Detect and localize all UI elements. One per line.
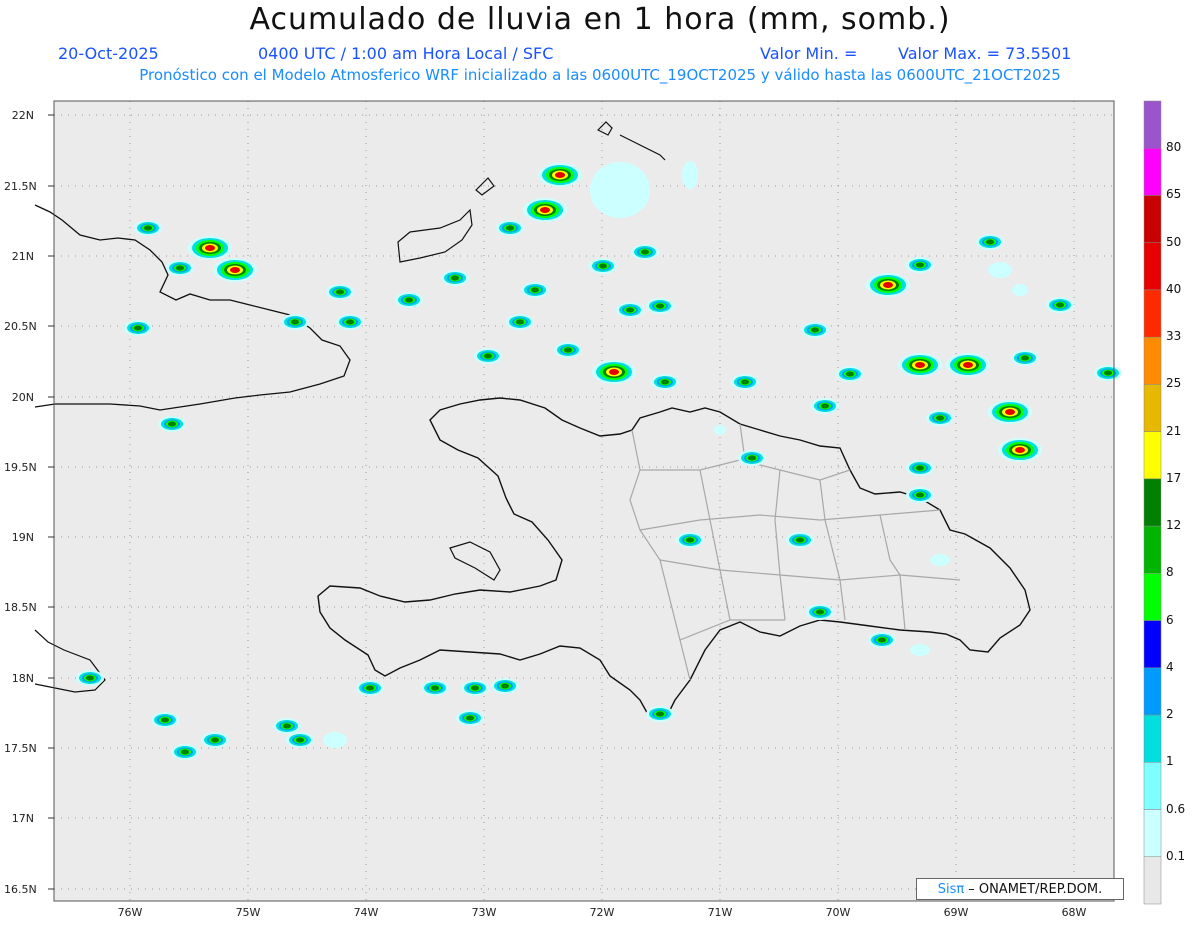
colorbar-swatch (1143, 620, 1162, 669)
colorbar-swatch (1143, 714, 1162, 763)
lat-label: 19.5N (4, 461, 37, 474)
lat-label: 21.5N (4, 180, 37, 193)
lon-label: 75W (235, 906, 261, 919)
lon-label: 72W (589, 906, 615, 919)
colorbar-swatch (1143, 573, 1162, 621)
lon-label: 70W (825, 906, 851, 919)
lon-label: 69W (943, 906, 969, 919)
colorbar-swatch (1143, 242, 1162, 291)
colorbar-swatch (1143, 147, 1162, 196)
colorbar-swatch (1143, 667, 1162, 716)
lon-label: 74W (353, 906, 379, 919)
lat-label: 17N (11, 812, 34, 825)
colorbar-swatch (1143, 431, 1162, 480)
colorbar-label: 4 (1166, 659, 1174, 674)
lat-label: 20N (11, 391, 34, 404)
plot-area (54, 101, 1114, 901)
colorbar-swatch (1143, 478, 1162, 527)
colorbar (1143, 100, 1162, 905)
colorbar-swatch (1143, 525, 1162, 574)
colorbar-label: 50 (1166, 234, 1182, 249)
credit-text: – ONAMET/REP.DOM. (968, 881, 1103, 897)
colorbar-swatch (1143, 289, 1162, 338)
lat-label: 16.5N (4, 883, 37, 896)
colorbar-label: 12 (1166, 518, 1182, 533)
colorbar-label: 8 (1166, 565, 1174, 580)
colorbar-swatch (1143, 809, 1162, 858)
rainfall-map (34, 100, 1162, 905)
colorbar-swatch (1143, 100, 1162, 149)
colorbar-swatch (1143, 762, 1162, 810)
colorbar-label: 0.1 (1166, 848, 1186, 863)
colorbar-label: 25 (1166, 376, 1182, 391)
lon-label: 73W (471, 906, 497, 919)
lat-label: 20.5N (4, 320, 37, 333)
colorbar-label: 40 (1166, 281, 1182, 296)
colorbar-label: 6 (1166, 612, 1174, 627)
colorbar-swatch (1143, 336, 1162, 385)
lat-label: 18N (11, 672, 34, 685)
lat-label: 22N (11, 109, 34, 122)
colorbar-swatch (1143, 195, 1162, 243)
colorbar-label: 65 (1166, 187, 1182, 202)
credit-brand: Sisπ (937, 881, 965, 897)
colorbar-label: 1 (1166, 754, 1174, 769)
lat-label: 19N (11, 531, 34, 544)
colorbar-swatch (1143, 384, 1162, 432)
lat-label: 17.5N (4, 742, 37, 755)
colorbar-label: 21 (1166, 423, 1182, 438)
lat-label: 21N (11, 250, 34, 263)
colorbar-label: 0.6 (1166, 801, 1186, 816)
colorbar-swatch (1143, 856, 1162, 905)
credit-box: Sisπ – ONAMET/REP.DOM. (916, 878, 1124, 900)
lon-label: 71W (707, 906, 733, 919)
colorbar-label: 80 (1166, 140, 1182, 155)
lat-label: 18.5N (4, 601, 37, 614)
colorbar-label: 33 (1166, 329, 1182, 344)
colorbar-label: 17 (1166, 470, 1182, 485)
lon-label: 68W (1061, 906, 1087, 919)
lon-label: 76W (117, 906, 143, 919)
colorbar-label: 2 (1166, 707, 1174, 722)
